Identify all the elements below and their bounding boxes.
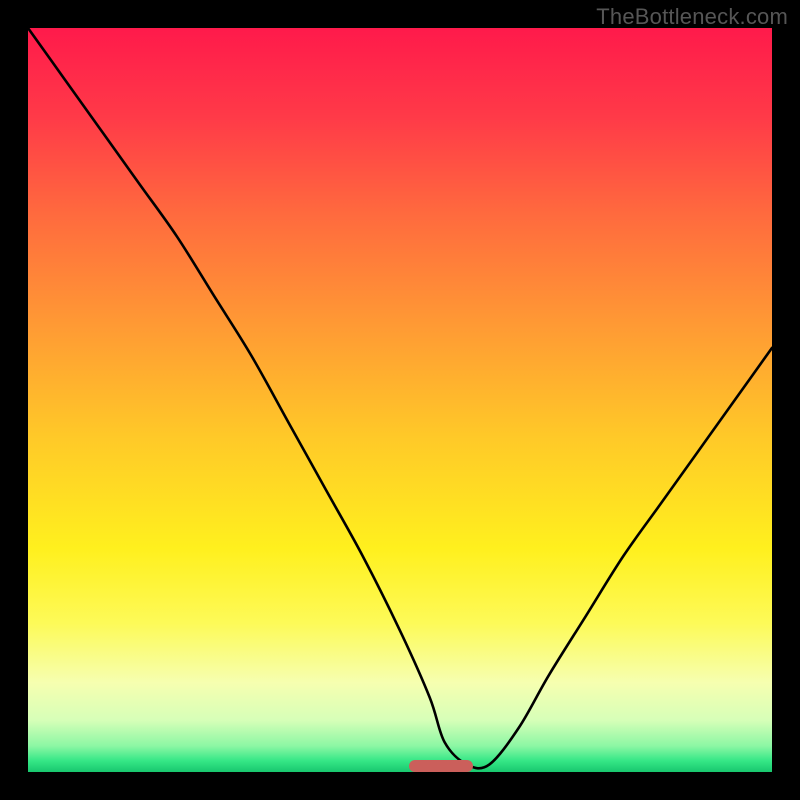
watermark-text: TheBottleneck.com bbox=[596, 4, 788, 30]
plot-area bbox=[28, 28, 772, 772]
chart-frame: TheBottleneck.com bbox=[0, 0, 800, 800]
bottleneck-curve bbox=[28, 28, 772, 772]
optimal-range-marker bbox=[409, 760, 472, 772]
